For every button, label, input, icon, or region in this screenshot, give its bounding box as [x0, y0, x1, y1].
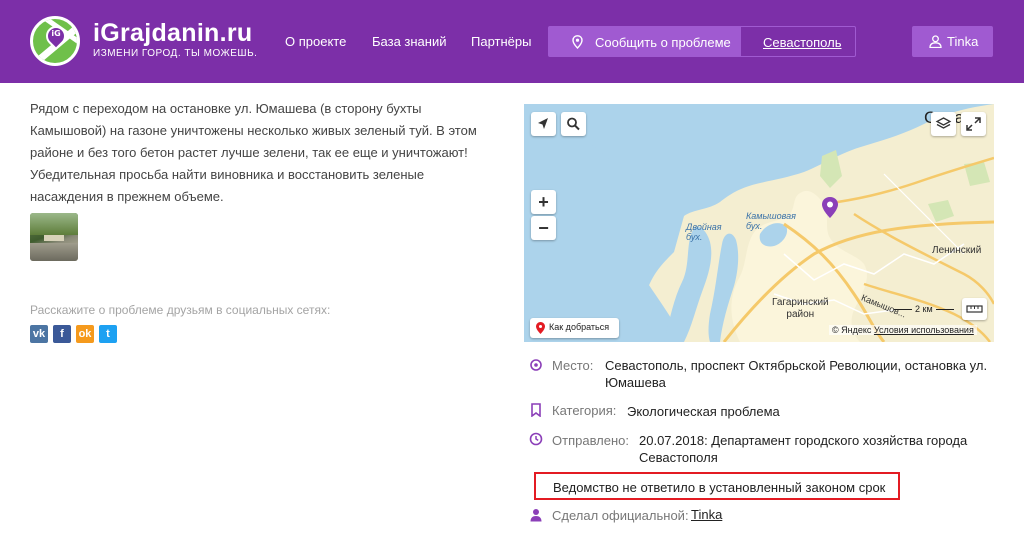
person-icon: [530, 509, 542, 522]
odnoklassniki-share-icon[interactable]: ok: [76, 325, 94, 343]
official-user-link[interactable]: Tinka: [691, 507, 722, 522]
search-icon: [567, 117, 580, 131]
map-copyright: © Яндекс Условия использования: [829, 325, 977, 335]
sent-label: Отправлено:: [552, 433, 630, 448]
response-overdue-warning: Ведомство не ответило в установленный за…: [534, 472, 900, 500]
problem-description: Рядом с переходом на остановке ул. Юмаше…: [30, 101, 477, 204]
route-pin-icon: [536, 322, 545, 334]
share-label: Расскажите о проблеме друзьям в социальн…: [30, 303, 331, 317]
problem-map[interactable]: Сева + − Двойная бух. Камышовая бух. Лен…: [524, 104, 994, 342]
user-menu-button[interactable]: Tinka: [912, 26, 993, 57]
layers-icon: [935, 117, 952, 129]
vk-share-icon[interactable]: vk: [30, 325, 48, 343]
navigation-arrow-icon: [538, 118, 548, 129]
map-scale: 2 км: [894, 304, 954, 314]
logo-title[interactable]: iGrajdanin.ru: [93, 19, 252, 48]
report-problem-button[interactable]: Сообщить о проблеме: [548, 26, 741, 57]
sent-value: 20.07.2018: Департамент городского хозяй…: [639, 433, 968, 465]
bookmark-icon: [531, 403, 541, 417]
nav-partners[interactable]: Партнёры: [471, 34, 531, 49]
user-name: Tinka: [947, 34, 979, 49]
site-header: iG iGrajdanin.ru ИЗМЕНИ ГОРОД. ТЫ МОЖЕШЬ…: [0, 0, 1024, 83]
clock-icon: [529, 432, 543, 446]
category-value: Экологическая проблема: [627, 404, 780, 419]
report-problem-label: Сообщить о проблеме: [595, 35, 731, 50]
zoom-out-button[interactable]: −: [531, 216, 556, 240]
user-icon: [929, 35, 942, 48]
ruler-icon: [966, 305, 983, 313]
nav-about[interactable]: О проекте: [285, 34, 346, 49]
map-label-leninsky: Ленинский: [932, 245, 982, 256]
map-label-kamyshovaya: Камышовая бух.: [746, 211, 796, 231]
warning-text: Ведомство не ответило в установленный за…: [553, 480, 886, 495]
map-fullscreen-button[interactable]: [961, 112, 986, 136]
official-label: Сделал официальной:: [552, 508, 689, 523]
facebook-share-icon[interactable]: f: [53, 325, 71, 343]
map-search-button[interactable]: [561, 112, 586, 136]
zoom-in-button[interactable]: +: [531, 190, 556, 214]
place-label: Место:: [552, 358, 594, 373]
city-selector[interactable]: Севастополь: [740, 26, 856, 57]
map-label-gagarinsky: Гагаринский район: [772, 297, 829, 320]
map-pin-icon: [572, 35, 583, 49]
get-directions-label: Как добраться: [549, 322, 610, 332]
category-label: Категория:: [552, 403, 617, 418]
map-layers-button[interactable]: [931, 112, 956, 136]
logo-icon[interactable]: iG: [30, 16, 80, 66]
city-label: Севастополь: [763, 35, 842, 50]
place-value: Севастополь, проспект Октябрьской Револю…: [605, 358, 988, 390]
map-label-dvoynaya: Двойная бух.: [686, 222, 722, 242]
ruler-button[interactable]: [962, 298, 987, 320]
get-directions-button[interactable]: Как добраться: [530, 318, 619, 338]
location-target-icon: [530, 359, 542, 371]
problem-photo-thumbnail[interactable]: [30, 213, 78, 261]
geolocate-button[interactable]: [531, 112, 556, 136]
logo-subtitle: ИЗМЕНИ ГОРОД. ТЫ МОЖЕШЬ.: [93, 48, 258, 59]
map-terms-link[interactable]: Условия использования: [874, 325, 974, 335]
expand-icon: [966, 117, 981, 131]
nav-knowledge-base[interactable]: База знаний: [372, 34, 447, 49]
twitter-share-icon[interactable]: t: [99, 325, 117, 343]
logo-badge: iG: [51, 29, 61, 38]
